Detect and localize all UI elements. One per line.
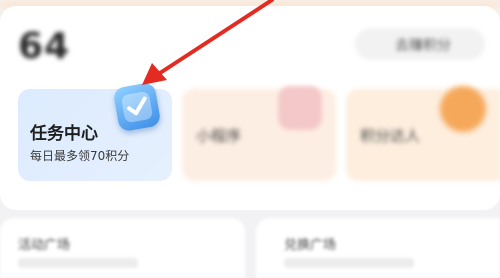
annotation-arrow-icon [142,0,274,85]
